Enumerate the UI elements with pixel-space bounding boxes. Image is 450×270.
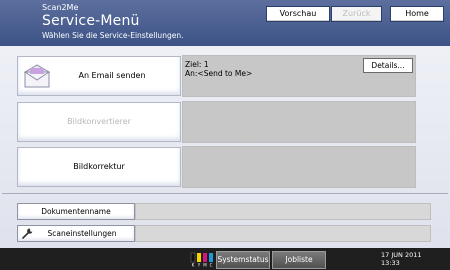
image-correction-panel — [182, 146, 416, 188]
section-divider — [2, 193, 448, 194]
preview-button[interactable]: Vorschau — [266, 6, 330, 22]
document-name-button[interactable]: Dokumentenname — [17, 203, 135, 220]
toner-letter-c: C — [210, 263, 213, 268]
back-button[interactable]: Zurück — [331, 6, 382, 22]
toner-letter-y: Y — [197, 263, 201, 268]
toner-level-icon: K Y M C — [190, 252, 213, 268]
scan-settings-label: Scaneinstellungen — [47, 229, 117, 238]
document-name-field[interactable] — [135, 203, 431, 220]
toner-letter-m: M — [203, 263, 207, 268]
image-converter-panel — [182, 101, 416, 143]
system-status-button[interactable]: Systemstatus — [216, 251, 270, 269]
scan-settings-button[interactable]: Scaneinstellungen — [17, 225, 135, 242]
image-correction-button[interactable]: Bildkorrektur — [17, 147, 181, 187]
toner-letter-k: K — [192, 263, 195, 268]
time-text: 13:33 — [381, 259, 400, 267]
app-name: Scan2Me — [42, 3, 79, 12]
details-button[interactable]: Details... — [363, 58, 413, 73]
page-subtitle: Wählen Sie die Service-Einstellungen. — [42, 31, 184, 40]
scan-settings-field[interactable] — [135, 225, 431, 242]
status-bar: K Y M C Systemstatus Jobliste 17 JUN 201… — [0, 248, 450, 270]
date-time-display: 17 JUN 2011 13:33 — [381, 251, 421, 267]
header-bar: Scan2Me Service-Menü Wählen Sie die Serv… — [0, 0, 450, 46]
job-list-button[interactable]: Jobliste — [272, 251, 326, 269]
page-title: Service-Menü — [42, 13, 140, 29]
send-email-label: An Email senden — [78, 71, 146, 80]
wrench-icon — [22, 228, 33, 239]
envelope-icon — [24, 64, 50, 88]
destination-count: Ziel: 1 — [185, 60, 209, 69]
email-destination-panel: Ziel: 1 An:<Send to Me> Details... — [182, 55, 416, 97]
send-email-button[interactable]: An Email senden — [17, 56, 181, 96]
home-button[interactable]: Home — [390, 6, 444, 22]
service-menu-panel: An Email senden Ziel: 1 An:<Send to Me> … — [0, 46, 450, 248]
recipient-text: An:<Send to Me> — [185, 69, 253, 78]
image-converter-button[interactable]: Bildkonvertierer — [17, 102, 181, 142]
date-text: 17 JUN 2011 — [381, 251, 422, 259]
